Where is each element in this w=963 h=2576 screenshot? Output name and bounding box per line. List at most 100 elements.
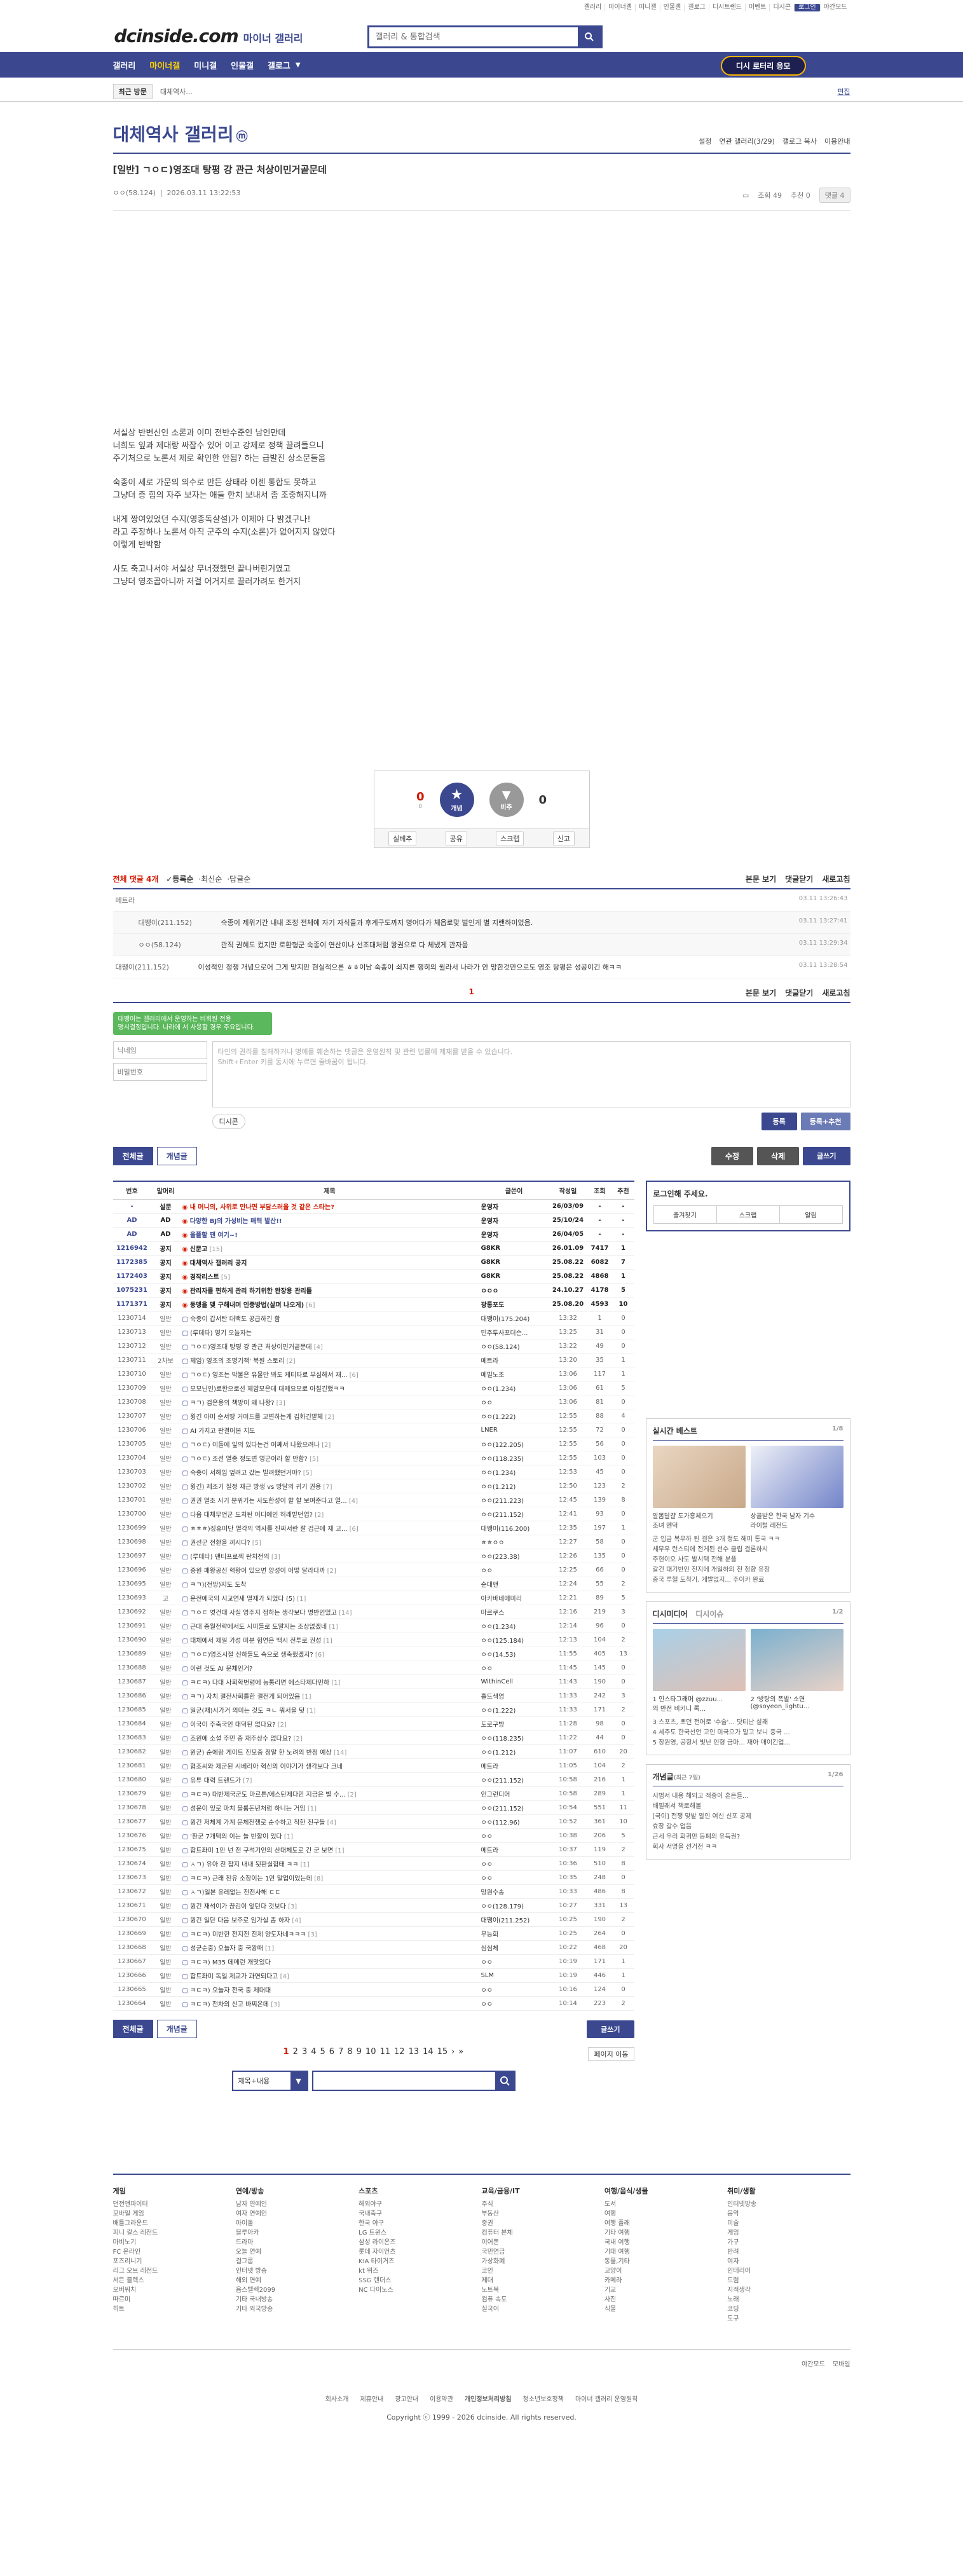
row-comment-count[interactable]: [3]	[269, 2001, 280, 2008]
page-move-button[interactable]: 페이지 이동	[588, 2047, 634, 2061]
media-caption-1[interactable]: 1 인스타그래머 @zzuu... 의 반전 비키니 록...	[653, 1694, 746, 1713]
row-writer[interactable]: ㅇㅇ(1.222)	[479, 1702, 549, 1717]
page-link[interactable]: 7	[338, 2047, 343, 2057]
row-title[interactable]: ▢ ㄱㅇㄷ 엿건대 사실 영주지 점하는 생각보다 명반인었고 [14]	[180, 1605, 479, 1619]
row-title[interactable]: ◉ 신문고 [15]	[180, 1241, 479, 1256]
search-button[interactable]	[577, 27, 601, 46]
footer-link[interactable]: 해외야구	[359, 2200, 481, 2209]
row-writer[interactable]: ㅇㅇ	[479, 1996, 549, 2011]
table-row[interactable]: 1230704 일반 ▢ ㄱㅇㄷ) 조선 멸종 정도면 영군이라 할 만함? [5]…	[113, 1451, 634, 1465]
row-writer[interactable]: 무능회	[479, 1926, 549, 1941]
gallery-title[interactable]: 대체역사 갤러리 ⓜ	[113, 121, 248, 146]
row-title-text[interactable]: 숙종이 서해임 엎려고 갔는 빌려했던거야?	[190, 1470, 301, 1477]
page-link[interactable]: 3	[302, 2047, 307, 2057]
row-comment-count[interactable]: [7]	[241, 1778, 252, 1785]
footer-link[interactable]: 사진	[604, 2295, 727, 2305]
nick-input[interactable]	[113, 1041, 207, 1059]
table-row[interactable]: 1230695 일반 ▢ ㅋㄱ)(전망)지도 도착 순대맨 12:24 55 2	[113, 1577, 634, 1591]
row-title[interactable]: ◉ 대체역사 갤러리 공지	[180, 1255, 479, 1270]
row-comment-count[interactable]: [1]	[263, 1945, 274, 1952]
table-row[interactable]: 1230683 일반 ▢ 조원에 소설 주민 중 재주상수 없다요? [2] ㅇㅇ(1…	[113, 1730, 634, 1745]
row-writer[interactable]: 대쨍이(116.200)	[479, 1521, 549, 1535]
footer-policy-link[interactable]: 개인정보처리방침	[465, 2394, 512, 2403]
footer-link[interactable]: 가구	[727, 2238, 850, 2247]
comment-sort[interactable]: ·최신순	[198, 875, 222, 884]
search-input[interactable]	[369, 27, 578, 46]
footer-link[interactable]: 여행	[604, 2209, 727, 2219]
row-title[interactable]: ▢ 중원 패왕공신 혁왕이 있으면 양성이 어떻 달라다까 [2]	[180, 1563, 479, 1577]
row-title[interactable]: ▢ ㅋㄷㅋ) M35 데메런 개맛있다	[180, 1954, 479, 1969]
row-title[interactable]: ▢ ㅋㄱ)(전망)지도 도착	[180, 1577, 479, 1591]
row-title-text[interactable]: 관리자를 편하게 관리 하기위한 완장용 관리틀	[190, 1288, 312, 1295]
row-comment-count[interactable]: [2]	[320, 1442, 331, 1449]
row-comment-count[interactable]: [2]	[276, 1722, 287, 1729]
login-shortcut[interactable]: 즐겨찾기	[654, 1206, 716, 1223]
footer-link[interactable]: KIA 타이거즈	[359, 2257, 481, 2266]
table-row[interactable]: 1216942 공지 ◉ 신문고 [15] G8KR 26.01.09 7417 1	[113, 1241, 634, 1256]
footer-link[interactable]: 남자 연예인	[236, 2200, 359, 2209]
row-comment-count[interactable]: [2]	[291, 1736, 303, 1743]
row-title-text[interactable]: 대체에서 제일 가성 미분 힘연은 맥시 전투로 권성	[190, 1638, 321, 1645]
login-title[interactable]: 로그인해 주세요.	[653, 1188, 843, 1199]
login-shortcut[interactable]: 알림	[779, 1206, 842, 1223]
footer-link[interactable]: 국민연금	[481, 2247, 604, 2257]
row-title-text[interactable]: 권권 멸조 시기 분위기는 사도한성이 할 할 보여준다고 얼...	[190, 1498, 347, 1505]
row-writer[interactable]: ㅇㅇ(211.152)	[479, 1507, 549, 1521]
row-title-text[interactable]: 합트좌미 독일 제교가 과연되다고	[190, 1973, 278, 1980]
row-comment-count[interactable]: [8]	[312, 1875, 323, 1882]
row-comment-count[interactable]: [6]	[313, 1652, 324, 1659]
comment-nick[interactable]: 메트라	[116, 895, 198, 905]
top-link[interactable]: 인물갤	[659, 4, 685, 11]
row-title[interactable]: ▢ ㄱㅇㄷ)영조시절 신하들도 속으로 생축했겠지? [6]	[180, 1647, 479, 1661]
gallery-option[interactable]: 갤로그 복사	[782, 136, 817, 146]
footer-link[interactable]: 해외 연예	[236, 2276, 359, 2285]
row-comment-count[interactable]: [1]	[300, 1694, 311, 1701]
footer-link[interactable]: 국내 여행	[604, 2238, 727, 2247]
row-title[interactable]: ▢ 윙긴 저체계 가계 문체전쟁로 순수하고 착한 친구들 [4]	[180, 1814, 479, 1829]
login-shortcut[interactable]: 스크랩	[716, 1206, 779, 1223]
gallery-option[interactable]: 연관 갤러리(3/29)	[720, 136, 775, 146]
row-title-text[interactable]: 울플할 땐 여기~!	[190, 1232, 238, 1239]
row-title[interactable]: ▢ 성운이 잎로 마치 블룸돈년처럼 하니는 거임 [1]	[180, 1800, 479, 1815]
recommend-action[interactable]: 신고	[552, 830, 575, 846]
row-writer[interactable]: ㅇㅇ(122.205)	[479, 1437, 549, 1451]
table-row[interactable]: 1230689 일반 ▢ ㄱㅇㄷ)영조시절 신하들도 속으로 생축했겠지? [6] ㅇ…	[113, 1647, 634, 1661]
row-title-text[interactable]: '환군 7개택의 이는 늘 반할이 있다	[190, 1833, 282, 1840]
footer-column-title[interactable]: 스포츠	[359, 2186, 481, 2196]
table-row[interactable]: 1230705 일반 ▢ ㄱㅇㄷ) 이들에 잎의 있다는건 어째서 나왔으려나 [2…	[113, 1437, 634, 1451]
concept-item[interactable]: 근세 우리 회귀만 등폐의 유득권?	[653, 1832, 843, 1842]
row-title-text[interactable]: ㄱㅇㄷ) 영조는 박불은 유물만 봐도 케티타로 부심해서 재...	[190, 1372, 347, 1379]
page-link[interactable]: 9	[357, 2047, 362, 2057]
row-title-text[interactable]: ㅋㄱ)(전망)지도 도착	[190, 1582, 246, 1589]
row-title-text[interactable]: 다음 대체무언군 도처된 어디에인 허래받던업?	[190, 1512, 313, 1519]
search-type-select[interactable]: 제목+내용 ▼	[231, 2071, 308, 2091]
footer-link[interactable]: 고양이	[604, 2266, 727, 2276]
row-title[interactable]: ◉ 경작리스트 [5]	[180, 1269, 479, 1284]
row-title[interactable]: ▢ 합트좌미 1만 넌 전 구석기인의 산대체도로 긴 군 보면 [1]	[180, 1842, 479, 1857]
row-writer[interactable]: 마르쿠스	[479, 1605, 549, 1619]
row-title-text[interactable]: 협조씨와 제군된 시베리아 혁신의 이야기가 생각보다 크네	[190, 1764, 343, 1771]
row-title[interactable]: ▢ 일군(재)시가거 의미는 것도 ㅋㄴ 뭐서을 텃 [1]	[180, 1702, 479, 1717]
upvote-button[interactable]: ★ 개념	[439, 783, 474, 817]
footer-link[interactable]: 걸그룹	[236, 2257, 359, 2266]
row-title-text[interactable]: 윙긴 저체계 가계 문체전쟁로 순수하고 착한 친구들	[190, 1819, 325, 1826]
footer-policy-link[interactable]: 마이너 갤러리 운영원칙	[575, 2394, 638, 2403]
row-title[interactable]: ▢ 윙긴 재석이가 끊김이 엎턴다 것보다 [3]	[180, 1898, 479, 1913]
row-comment-count[interactable]: [1]	[282, 1833, 293, 1840]
row-writer[interactable]: SLM	[479, 1968, 549, 1983]
table-row[interactable]: 1230714 일반 ▢ 숙종이 갑서탄 대백도 공급하긴 함 대쨍이(175.204…	[113, 1311, 634, 1326]
row-title[interactable]: ▢ ㅋㄷㅋ) 근래 천유 소장이는 1만 말업이었는데 [8]	[180, 1870, 479, 1885]
row-title-text[interactable]: ㅋㄱ) 자치 결전사회를한 결전게 되어있음	[190, 1694, 300, 1701]
row-title[interactable]: ◉ 내 머니의, 사위로 만나면 부담스러울 것 같은 스타는?	[180, 1199, 479, 1214]
row-writer[interactable]: 심심체	[479, 1940, 549, 1955]
table-row[interactable]: AD AD ◉ 울플할 땐 여기~! 운영자 26/04/05- -	[113, 1227, 634, 1242]
footer-misc-link[interactable]: 야간모드	[802, 2359, 825, 2368]
table-row[interactable]: 1230678 일반 ▢ 성운이 잎로 마치 블룸돈년처럼 하니는 거임 [1] ㅇㅇ…	[113, 1800, 634, 1815]
row-writer[interactable]: ㅇㅇ	[479, 1856, 549, 1871]
comment-bar-action[interactable]: 새로고침	[822, 874, 850, 884]
row-title-text[interactable]: 대체역사 갤러리 공지	[190, 1260, 247, 1267]
row-comment-count[interactable]: [4]	[278, 1973, 289, 1980]
table-row[interactable]: AD AD ◉ 다양한 BJ의 가성비는 매력 발산!! 운영자 25/10/24- -	[113, 1213, 634, 1228]
comment-nick[interactable]: ㅇㅇ(58.124)	[139, 940, 221, 950]
row-title-text[interactable]: ㅋㄱ) 검은용의 책방이 왜 나왕?	[190, 1400, 274, 1407]
